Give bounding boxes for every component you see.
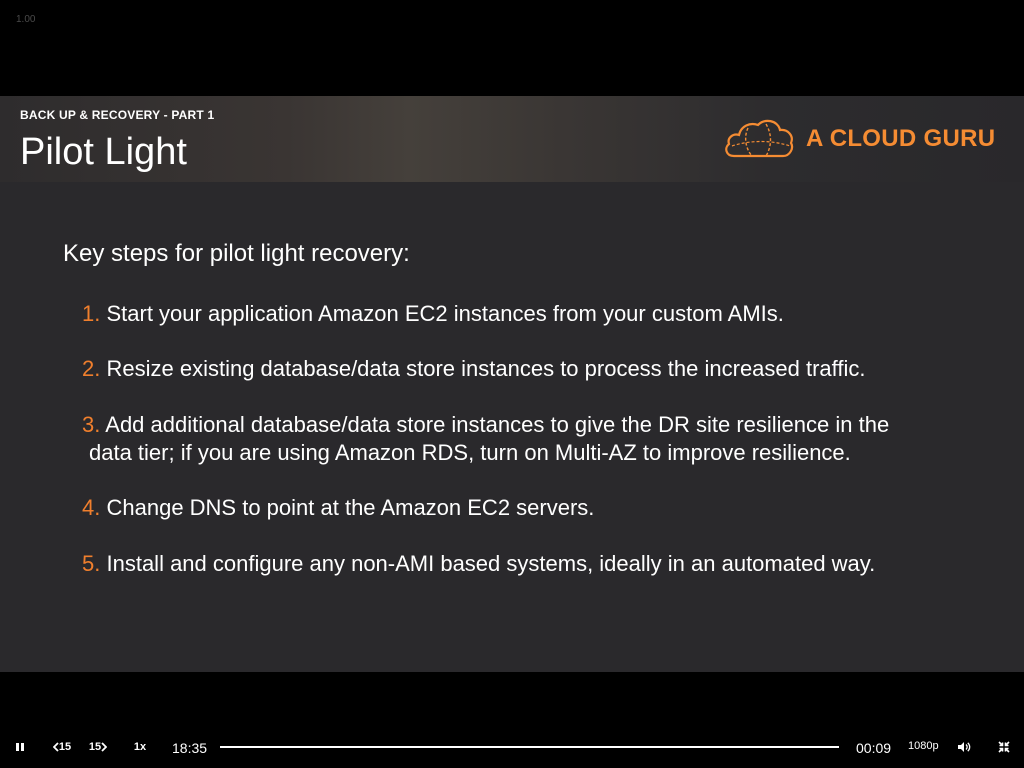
step-text: Resize existing database/data store inst… <box>106 356 866 381</box>
exit-fullscreen-button[interactable] <box>996 739 1012 755</box>
step-number: 4. <box>82 495 101 520</box>
rewind-seconds-label: 15 <box>58 741 72 753</box>
step-number: 5. <box>82 551 101 576</box>
list-item: 4. Change DNS to point at the Amazon EC2… <box>82 494 982 522</box>
forward-seconds-label: 15 <box>88 741 102 753</box>
slide-intro: Key steps for pilot light recovery: <box>63 240 410 267</box>
slide-title: Pilot Light <box>20 131 187 173</box>
brand-logo: A CLOUD GURU <box>722 116 995 162</box>
playback-rate-indicator: 1.00 <box>16 14 36 25</box>
brand-name: A CLOUD GURU <box>806 125 996 152</box>
step-number: 2. <box>82 356 101 381</box>
player-controls: 15 15 1x 18:35 00:09 1080p <box>0 732 1024 762</box>
remaining-time: 00:09 <box>856 740 892 756</box>
list-item: 1. Start your application Amazon EC2 ins… <box>82 300 982 328</box>
list-item: 5. Install and configure any non-AMI bas… <box>82 550 982 578</box>
step-number: 3. <box>82 412 101 437</box>
pause-icon <box>16 743 24 751</box>
step-text-continued: data tier; if you are using Amazon RDS, … <box>89 440 851 465</box>
list-item: 2. Resize existing database/data store i… <box>82 355 982 383</box>
quality-selector[interactable]: 1080p <box>908 740 939 752</box>
section-label: BACK UP & RECOVERY - PART 1 <box>20 108 215 122</box>
step-text: Add additional database/data store insta… <box>105 412 890 437</box>
exit-fullscreen-icon <box>998 741 1010 753</box>
progress-bar[interactable] <box>220 746 839 748</box>
volume-icon <box>958 742 971 752</box>
playback-speed-button[interactable]: 1x <box>130 739 150 755</box>
step-text: Start your application Amazon EC2 instan… <box>106 301 784 326</box>
volume-button[interactable] <box>955 739 973 755</box>
list-item: 3. Add additional database/data store in… <box>82 411 982 467</box>
progress-fill <box>220 746 839 748</box>
video-slide: BACK UP & RECOVERY - PART 1 Pilot Light … <box>0 96 1024 672</box>
elapsed-time: 18:35 <box>172 740 208 756</box>
slide-header: BACK UP & RECOVERY - PART 1 Pilot Light … <box>0 96 1024 182</box>
forward-15-icon <box>101 742 108 752</box>
step-number: 1. <box>82 301 101 326</box>
pause-button[interactable] <box>12 739 28 755</box>
cloud-logo-icon <box>725 119 794 158</box>
rewind-15-button[interactable]: 15 <box>50 739 74 755</box>
step-text: Change DNS to point at the Amazon EC2 se… <box>106 495 595 520</box>
forward-15-button[interactable]: 15 <box>86 739 110 755</box>
step-text: Install and configure any non-AMI based … <box>106 551 876 576</box>
